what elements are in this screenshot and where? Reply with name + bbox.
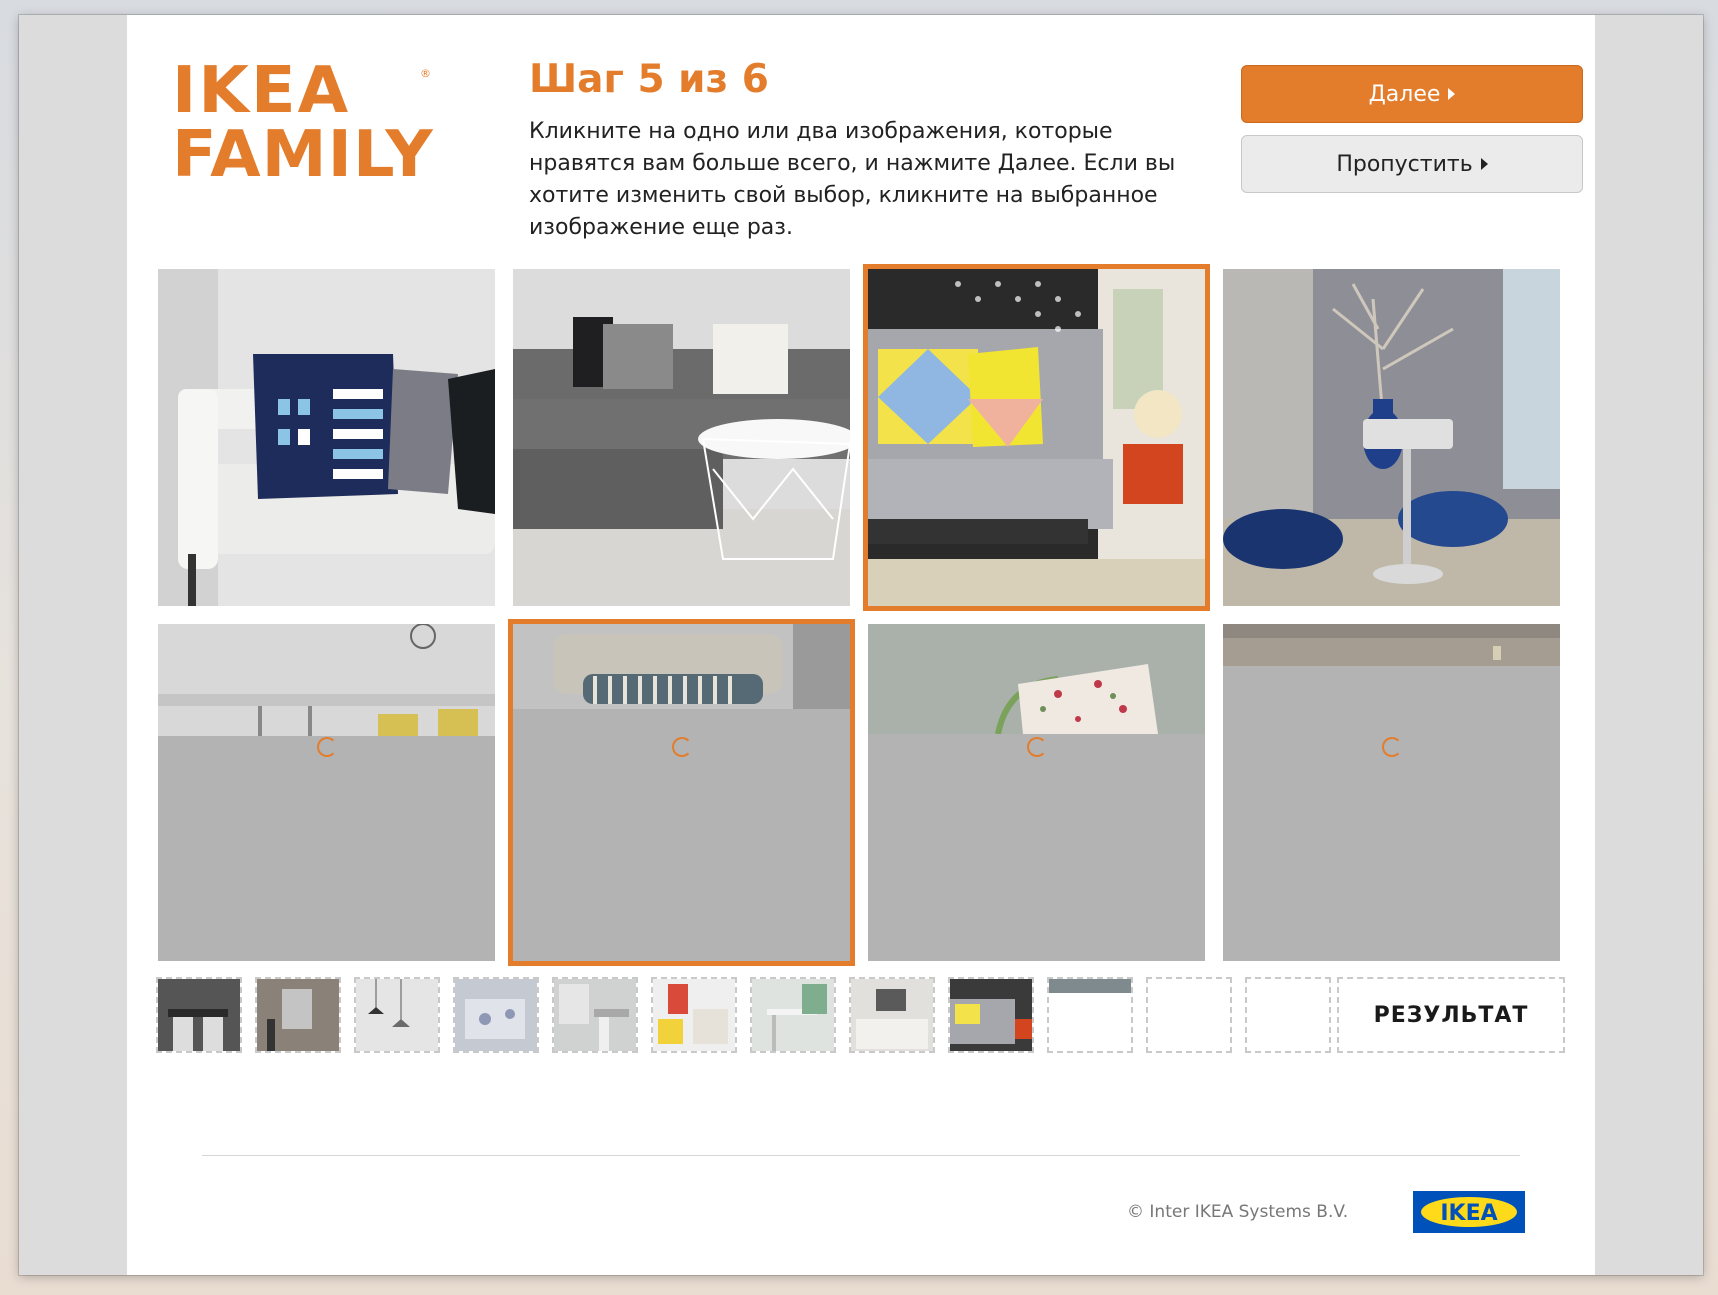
registered-mark: ® [420,67,431,80]
striped-cushion-image-partial [513,624,850,709]
lamps-thumbnail-image [356,979,438,1051]
floral-cushion-image-partial [868,624,1205,734]
step-title: Шаг 5 из 6 [529,57,769,102]
progress-thumbnail-8[interactable] [849,977,935,1053]
result-label: РЕЗУЛЬТАТ [1373,1002,1529,1028]
skip-button[interactable]: Пропустить [1241,135,1583,193]
footer-divider [202,1155,1520,1156]
progress-thumbnail-9[interactable] [948,977,1034,1053]
ikea-logo-image: IKEA [1413,1191,1525,1233]
bedroom-image-partial [1223,624,1560,666]
image-tile-grey-sofa[interactable] [513,269,850,606]
dining-thumbnail-image [158,979,240,1051]
bedding-thumbnail-image [455,979,537,1051]
copyright-text: © Inter IKEA Systems B.V. [1127,1202,1349,1222]
kitchen-image-partial [158,624,495,736]
skip-button-label: Пропустить [1336,151,1473,177]
sofa-bed-image [868,269,1205,606]
arrow-right-icon [1480,158,1488,170]
next-button[interactable]: Далее [1241,65,1583,123]
logo-line-2: FAMILY [172,118,434,192]
image-tile-sofa-bed[interactable] [863,264,1210,611]
progress-thumbnail-7[interactable] [750,977,836,1053]
progress-thumbnail-6[interactable] [651,977,737,1053]
image-tile-blue-vases[interactable] [1223,269,1560,606]
logo-line-1: IKEA [172,54,351,128]
ikea-logo: IKEA [1413,1191,1525,1233]
image-tile-bedroom[interactable] [1223,624,1560,961]
progress-thumbnail-empty-1 [1146,977,1232,1053]
loading-spinner-icon [671,737,692,757]
loading-spinner-icon [1026,737,1047,757]
kids-thumbnail-image [653,979,735,1051]
tools-thumbnail-image [257,979,339,1051]
arrow-right-icon [1448,88,1456,100]
image-tile-striped-cushion[interactable] [508,619,855,966]
quiz-page: IKEA ® FAMILY Шаг 5 из 6 Кликните на одн… [127,15,1595,1275]
blue-vases-image [1223,269,1560,606]
sofa-bed-thumbnail-image [950,979,1032,1051]
bedroom-thumbnail-image [851,979,933,1051]
browser-window: IKEA ® FAMILY Шаг 5 из 6 Кликните на одн… [19,15,1703,1275]
image-tile-kitchen[interactable] [158,624,495,961]
white-sofa-image [158,269,495,606]
progress-thumbnail-1[interactable] [156,977,242,1053]
dining-room-thumbnail-image [554,979,636,1051]
progress-thumbnail-2[interactable] [255,977,341,1053]
ikea-logo-text: IKEA [1440,1201,1497,1226]
progress-thumbnail-5[interactable] [552,977,638,1053]
progress-thumbnail-empty-2 [1245,977,1331,1053]
next-button-label: Далее [1368,81,1441,107]
progress-thumbnail-4[interactable] [453,977,539,1053]
instructions-text: Кликните на одно или два изображения, ко… [529,119,1176,240]
partial-thumbnail-image [1049,979,1131,1051]
progress-thumbnail-3[interactable] [354,977,440,1053]
image-tile-white-sofa[interactable] [158,269,495,606]
progress-thumbnail-10[interactable] [1047,977,1133,1053]
ikea-family-logo: IKEA ® FAMILY [172,55,472,215]
grey-sofa-image [513,269,850,606]
result-button[interactable]: РЕЗУЛЬТАТ [1337,977,1565,1053]
loading-spinner-icon [1381,737,1402,757]
desk-thumbnail-image [752,979,834,1051]
loading-spinner-icon [316,737,337,757]
image-tile-floral-cushion[interactable] [868,624,1205,961]
